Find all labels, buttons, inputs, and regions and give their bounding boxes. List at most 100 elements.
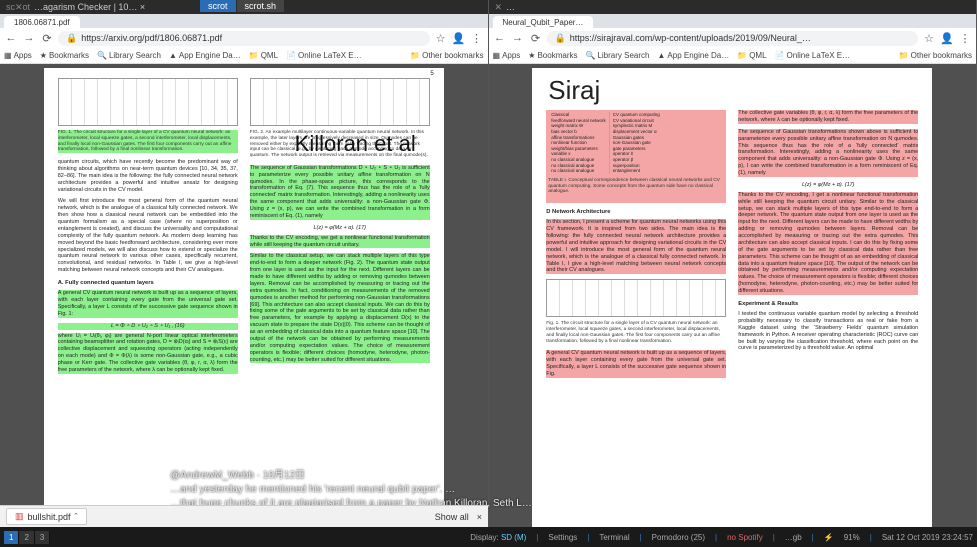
section-heading: A. Fully connected quantum layers — [58, 280, 238, 287]
figure-1-caption: FIG. 1. The circuit structure for a sing… — [58, 130, 238, 153]
pomodoro-widget[interactable]: Pomodoro (25) — [652, 533, 705, 542]
figure-1 — [546, 279, 726, 317]
spotify-widget[interactable]: no Spotify — [727, 533, 763, 542]
pdf-icon: ▥ — [15, 511, 24, 522]
bookmark-item[interactable]: 📄 Online LaTeX E… — [286, 51, 362, 60]
pdf-viewer[interactable]: Siraj ClassicalCV quantum computing feed… — [489, 64, 977, 527]
workspace[interactable]: 2 — [19, 531, 34, 544]
wm-tab[interactable]: scrot — [200, 0, 236, 12]
lock-icon: 🔒 — [66, 33, 77, 44]
back-icon[interactable]: ← — [493, 31, 507, 45]
url-text: https://arxiv.org/pdf/1806.06871.pdf — [81, 33, 222, 43]
wm-tab-strip: scrot scrot.sh — [200, 0, 285, 12]
paragraph: A general CV quantum neural network is b… — [58, 290, 238, 318]
table-1: ClassicalCV quantum computing feedforwar… — [546, 110, 726, 203]
address-bar[interactable]: 🔒 https://sirajraval.com/wp-content/uplo… — [547, 31, 919, 46]
bookmark-item[interactable]: 🔍 Library Search — [585, 51, 649, 60]
reload-icon[interactable]: ⟳ — [40, 31, 54, 45]
terminal-link[interactable]: Terminal — [599, 533, 629, 542]
profile-icon[interactable]: 👤 — [940, 31, 954, 45]
paragraph: The sequence of Gaussian transformations… — [250, 165, 430, 220]
workspace[interactable]: 3 — [35, 531, 50, 544]
figure-2 — [250, 78, 430, 126]
section-heading: D Network Architecture — [546, 209, 726, 216]
bookmark-item[interactable]: 🔍 Library Search — [97, 51, 161, 60]
disk-widget: …gb — [785, 533, 802, 542]
window-title: … — [506, 2, 515, 12]
download-bar: ▥ bullshit.pdf ˆ Show all × — [0, 505, 488, 527]
star-icon[interactable]: ☆ — [434, 31, 448, 45]
close-icon[interactable]: × — [477, 512, 482, 522]
battery-icon: ⚡ — [824, 533, 834, 542]
table-caption: TABLE I. Conceptual correspondence betwe… — [548, 178, 724, 195]
figure-1-caption: Fig. 1. The circuit structure for a sing… — [546, 321, 726, 344]
bookmark-item[interactable]: ▲ App Engine Da… — [657, 51, 729, 60]
window-titlebar: ✕ … — [489, 0, 977, 14]
taskbar: 1 2 3 Display: SD (M) | Settings | Termi… — [0, 527, 977, 547]
display-widget[interactable]: Display: SD (M) — [470, 533, 526, 542]
paragraph: where Uᵢ = Uᵢ(θᵢ, φᵢ) are general N-port… — [58, 333, 238, 374]
right-browser-window: ✕ … Neural_Qubit_Paper… ← → ⟳ 🔒 https://… — [489, 0, 977, 527]
menu-icon[interactable]: ⋮ — [958, 31, 972, 45]
equation: L(z) = φ(Mz + α). (17) — [250, 225, 430, 232]
paragraph: Thanks to the CV encoding, I get a nonli… — [738, 192, 918, 295]
apps-icon[interactable]: ▦ Apps — [493, 51, 521, 60]
star-icon[interactable]: ☆ — [922, 31, 936, 45]
paragraph: In this section, I present a scheme for … — [546, 219, 726, 274]
close-icon[interactable]: ✕ — [495, 2, 503, 13]
paragraph: A general CV quantum neural network is b… — [546, 350, 726, 378]
forward-icon[interactable]: → — [22, 31, 36, 45]
back-icon[interactable]: ← — [4, 31, 18, 45]
equation: L = Φ ∘ D ∘ U₂ ∘ S ∘ U₁ , (16) — [58, 323, 238, 330]
url-text: https://sirajraval.com/wp-content/upload… — [570, 33, 811, 43]
bookmark-item[interactable]: ★ Bookmarks — [528, 51, 577, 60]
apps-icon[interactable]: ▦ Apps — [4, 51, 32, 60]
browser-chrome: 1806.06871.pdf ← → ⟳ 🔒 https://arxiv.org… — [0, 14, 488, 64]
paragraph: Similar to the classical setup, we can s… — [250, 253, 430, 363]
bookmark-item[interactable]: ★ Bookmarks — [40, 51, 89, 60]
workspace-switcher[interactable]: 1 2 3 — [4, 531, 50, 544]
pdf-page: 5 Killoran et al FIG. 1. The circuit str… — [44, 68, 444, 527]
other-bookmarks[interactable]: 📁 Other bookmarks — [899, 51, 972, 60]
show-all-downloads[interactable]: Show all — [435, 512, 469, 522]
download-item[interactable]: ▥ bullshit.pdf ˆ — [6, 508, 87, 525]
browser-tab[interactable]: 1806.06871.pdf — [4, 16, 80, 28]
page-number: 5 — [430, 71, 433, 79]
browser-chrome: Neural_Qubit_Paper… ← → ⟳ 🔒 https://sira… — [489, 14, 977, 64]
pdf-page: Siraj ClassicalCV quantum computing feed… — [532, 68, 932, 527]
battery-widget: 91% — [844, 533, 860, 542]
wm-tab[interactable]: scrot.sh — [237, 0, 285, 12]
annotation-label: Killoran et al — [295, 130, 416, 158]
paragraph: Thanks to the CV encoding, we get a nonl… — [250, 235, 430, 249]
bookmark-item[interactable]: 📄 Online LaTeX E… — [775, 51, 851, 60]
figure-1 — [58, 78, 238, 126]
workspace[interactable]: 1 — [4, 531, 19, 544]
clock-widget: Sat 12 Oct 2019 23:24:57 — [882, 533, 973, 542]
annotation-label: Siraj — [548, 74, 600, 107]
window-title: …agarism Checker | 10… × — [34, 2, 145, 12]
bookmarks-bar: ▦ Apps ★ Bookmarks 🔍 Library Search ▲ Ap… — [0, 48, 488, 64]
paragraph: quantum circuits, which have recently be… — [58, 159, 238, 193]
address-bar[interactable]: 🔒 https://arxiv.org/pdf/1806.06871.pdf — [58, 31, 430, 46]
bookmarks-bar: ▦ Apps ★ Bookmarks 🔍 Library Search ▲ Ap… — [489, 48, 977, 64]
pdf-viewer[interactable]: 5 Killoran et al FIG. 1. The circuit str… — [0, 64, 488, 527]
paragraph: We will first introduce the most general… — [58, 198, 238, 274]
chevron-up-icon[interactable]: ˆ — [75, 512, 78, 522]
browser-tab[interactable]: Neural_Qubit_Paper… — [493, 16, 594, 28]
paragraph: The sequence of Gaussian transformations… — [738, 129, 918, 177]
bookmark-item[interactable]: ▲ App Engine Da… — [169, 51, 241, 60]
menu-icon[interactable]: ⋮ — [470, 31, 484, 45]
other-bookmarks[interactable]: 📁 Other bookmarks — [410, 51, 483, 60]
profile-icon[interactable]: 👤 — [452, 31, 466, 45]
section-heading: Experiment & Results — [738, 301, 918, 308]
close-icon[interactable]: sc✕ot — [6, 2, 30, 13]
paragraph: The collective gate variables (θ, φ, r, … — [738, 110, 918, 124]
settings-link[interactable]: Settings — [548, 533, 577, 542]
left-browser-window: sc✕ot …agarism Checker | 10… × 1806.0687… — [0, 0, 489, 527]
equation: L(z) = φ(Mz + α). (17) — [738, 182, 918, 189]
bookmark-item[interactable]: 📁 QML — [249, 51, 278, 60]
bookmark-item[interactable]: 📁 QML — [737, 51, 766, 60]
reload-icon[interactable]: ⟳ — [529, 31, 543, 45]
forward-icon[interactable]: → — [511, 31, 525, 45]
download-filename: bullshit.pdf — [28, 512, 71, 522]
